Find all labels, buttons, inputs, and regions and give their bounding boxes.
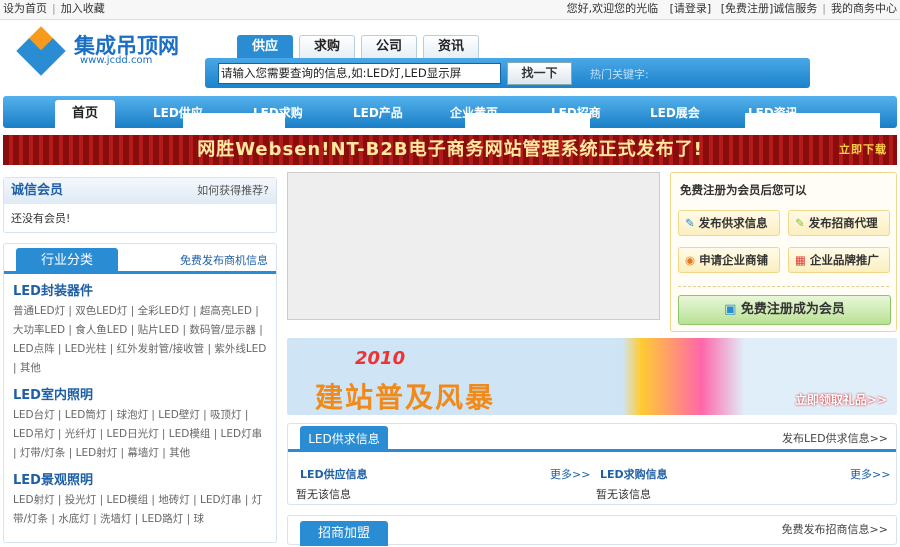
search-bar: 请输入您需要查询的信息,如:LED灯,LED显示屏 找一下 热门关键字: (205, 58, 810, 88)
nav-led-products[interactable]: LED产品 (353, 104, 403, 121)
publish-business-link[interactable]: 免费发布商机信息 (180, 252, 268, 268)
tab-purchase[interactable]: 求购 (299, 35, 355, 59)
nav-led-expo[interactable]: LED展会 (650, 104, 700, 121)
banner-text: 网胜Websen!NT-B2B电子商务网站管理系统正式发布了! (197, 139, 703, 160)
register-link[interactable]: [免费注册] (721, 2, 774, 15)
button-label: 发布供求信息 (698, 216, 768, 230)
members-title: 诚信会员 (11, 183, 64, 198)
members-empty: 还没有会员! (11, 212, 71, 225)
edit-icon: ✎ (685, 216, 695, 230)
trust-link[interactable]: 诚信服务 (773, 2, 817, 15)
redaction-box (745, 113, 880, 135)
purchase-info-title[interactable]: LED求购信息 (600, 466, 668, 482)
set-home-link[interactable]: 设为首页 (3, 2, 47, 15)
publish-supply-button[interactable]: ✎ 发布供求信息 (678, 210, 780, 236)
welcome-text: 您好,欢迎您的光临 (566, 2, 659, 15)
calendar-icon: ▦ (795, 253, 806, 267)
tab-company[interactable]: 公司 (361, 35, 417, 59)
shop-icon: ◉ (685, 253, 696, 267)
publish-franchise-button[interactable]: ✎ 发布招商代理 (788, 210, 890, 236)
id-card-icon: ▣ (724, 302, 737, 317)
apply-shop-button[interactable]: ◉ 申请企业商铺 (678, 247, 780, 273)
category-links[interactable]: LED射灯 | 投光灯 | LED模组 | 地砖灯 | LED灯串 | 灯带/灯… (13, 491, 267, 529)
category-box: 行业分类 免费发布商机信息 LED封装器件 普通LED灯 | 双色LED灯 | 全… (3, 243, 277, 543)
supply-demand-box: LED供求信息 发布LED供求信息>> LED供应信息 更多>> 暂无该信息 LE… (287, 423, 897, 505)
brand-promotion-button[interactable]: ▦ 企业品牌推广 (788, 247, 890, 273)
publish-franchise-link[interactable]: 免费发布招商信息>> (782, 521, 888, 537)
members-recommend-link[interactable]: 如何获得推荐? (197, 178, 269, 204)
category-title[interactable]: LED封装器件 (13, 280, 267, 299)
franchise-box: 招商加盟 免费发布招商信息>> (287, 515, 897, 546)
publish-supply-link[interactable]: 发布LED供求信息>> (782, 430, 888, 446)
category-title[interactable]: LED室内照明 (13, 384, 267, 403)
button-label: 免费注册成为会员 (740, 302, 845, 317)
logo-url: www.jcdd.com (80, 55, 153, 66)
login-link[interactable]: [请登录] (670, 2, 712, 15)
logo[interactable]: 集成吊顶网 www.jcdd.com (12, 26, 212, 76)
purchase-empty: 暂无该信息 (596, 488, 651, 501)
promo-banner[interactable]: 网胜Websen!NT-B2B电子商务网站管理系统正式发布了! 立即下载 (3, 135, 897, 165)
ad-gift-link[interactable]: 立即领取礼品>> (795, 391, 887, 408)
category-links[interactable]: 普通LED灯 | 双色LED灯 | 全彩LED灯 | 超高亮LED | 大功率L… (13, 302, 267, 378)
category-links[interactable]: LED台灯 | LED筒灯 | 球泡灯 | LED壁灯 | 吸顶灯 | LED吊… (13, 406, 267, 463)
supply-empty: 暂无该信息 (296, 488, 351, 501)
nav-home[interactable]: 首页 (55, 100, 115, 128)
bookmark-link[interactable]: 加入收藏 (61, 2, 105, 15)
slideshow-placeholder (287, 172, 660, 320)
button-label: 企业品牌推广 (809, 253, 879, 267)
register-box: 免费注册为会员后您可以 ✎ 发布供求信息 ✎ 发布招商代理 ◉ 申请企业商铺 ▦… (670, 172, 897, 332)
hot-keywords-label: 热门关键字: (590, 68, 649, 81)
members-box: 诚信会员 如何获得推荐? 还没有会员! (3, 177, 277, 233)
redaction-box (183, 113, 285, 135)
my-business-link[interactable]: 我的商务中心 (831, 2, 897, 15)
tab-categories[interactable]: 行业分类 (16, 248, 118, 274)
tab-supply[interactable]: 供应 (237, 35, 293, 59)
button-label: 申请企业商铺 (699, 253, 769, 267)
search-button[interactable]: 找一下 (507, 62, 572, 85)
supply-more-link[interactable]: 更多>> (550, 466, 590, 482)
register-box-title: 免费注册为会员后您可以 (680, 183, 807, 197)
redaction-box (465, 113, 590, 135)
tab-news[interactable]: 资讯 (423, 35, 479, 59)
search-input[interactable]: 请输入您需要查询的信息,如:LED灯,LED显示屏 (218, 63, 501, 84)
search-tabs: 供应 求购 公司 资讯 (237, 35, 479, 59)
supply-info-title[interactable]: LED供应信息 (300, 466, 368, 482)
purchase-more-link[interactable]: 更多>> (850, 466, 890, 482)
register-member-button[interactable]: ▣ 免费注册成为会员 (678, 295, 891, 325)
ad-year: 2010 (355, 348, 406, 369)
note-icon: ✎ (795, 216, 805, 230)
top-bar: 设为首页 | 加入收藏 您好,欢迎您的光临 [请登录] [免费注册]诚信服务 | 我的商… (0, 0, 900, 20)
banner-download-link[interactable]: 立即下载 (839, 135, 887, 165)
ad-banner[interactable]: 2010 建站普及风暴 立即领取礼品>> (287, 338, 897, 415)
button-label: 发布招商代理 (808, 216, 878, 230)
tab-led-supply-demand[interactable]: LED供求信息 (300, 426, 388, 452)
ad-slogan: 建站普及风暴 (315, 381, 496, 414)
tab-franchise[interactable]: 招商加盟 (300, 521, 388, 546)
category-title[interactable]: LED景观照明 (13, 469, 267, 488)
